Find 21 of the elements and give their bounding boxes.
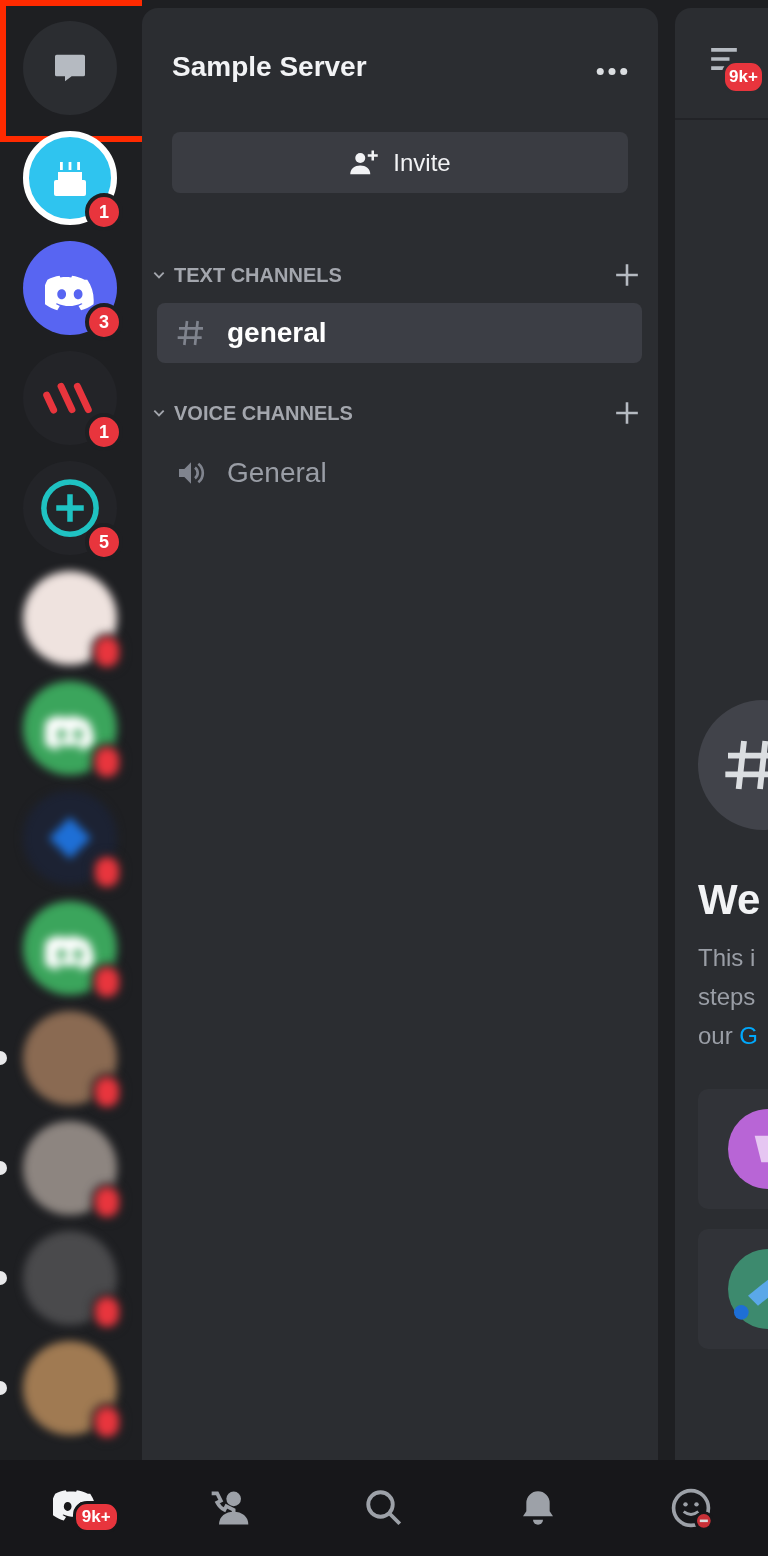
welcome-text: This i steps our G [698, 943, 760, 1051]
channel-item[interactable]: general [157, 303, 642, 363]
category-header[interactable]: VOICE CHANNELS [174, 401, 614, 425]
guide-link[interactable]: G [739, 1022, 759, 1049]
server-icon[interactable] [23, 901, 117, 995]
welcome-heading: We [698, 876, 762, 924]
notification-badge: 9k+ [722, 60, 765, 94]
add-channel-button[interactable] [614, 262, 640, 288]
plus-icon [614, 400, 640, 426]
channel-item[interactable]: General [157, 443, 642, 503]
plus-icon [614, 262, 640, 288]
server-icon[interactable] [23, 681, 117, 775]
notification-badge: 9k+ [72, 1501, 120, 1533]
server-name[interactable]: Sample Server [172, 51, 367, 83]
category-header[interactable]: TEXT CHANNELS [174, 263, 614, 287]
photo-placeholder[interactable] [23, 571, 117, 665]
add-channel-button[interactable] [614, 400, 640, 426]
home-tab[interactable]: 9k+ [52, 1479, 127, 1537]
smiley-icon [669, 1486, 714, 1530]
more-dots-icon [596, 66, 628, 76]
invite-button[interactable]: Invite [172, 132, 628, 193]
